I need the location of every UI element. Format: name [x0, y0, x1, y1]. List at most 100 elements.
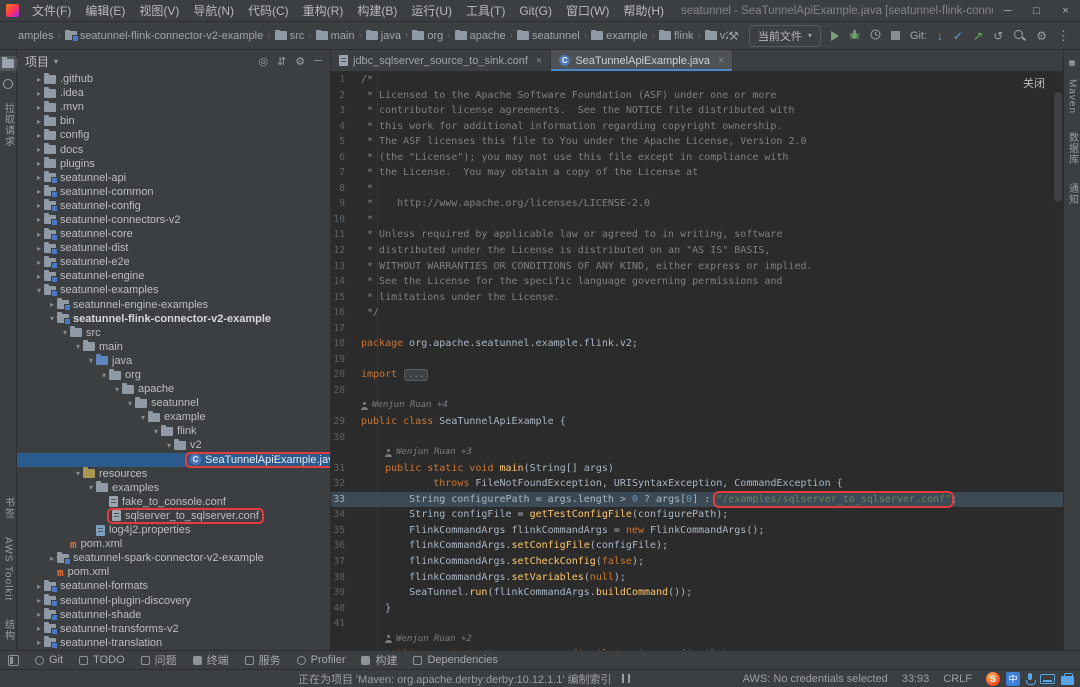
code-text[interactable]: * The ASF licenses this file to You unde…: [361, 134, 1063, 150]
tree-item[interactable]: ▸seatunnel-formats: [17, 579, 330, 593]
toolwindow-toggle-icon[interactable]: [8, 655, 19, 666]
chevron-icon[interactable]: ▸: [34, 638, 44, 647]
run-button[interactable]: [831, 31, 839, 41]
toolwindow-profiler[interactable]: Profiler: [297, 654, 346, 666]
code-text[interactable]: * See the License for the specific langu…: [361, 274, 1063, 290]
tree-item[interactable]: ▸seatunnel-engine-examples: [17, 298, 330, 312]
code-text[interactable]: import ...: [361, 367, 1063, 383]
tool-stripe-item[interactable]: 数据库: [1065, 132, 1080, 165]
tree-item[interactable]: ▾seatunnel: [17, 396, 330, 410]
code-text[interactable]: * this work for additional information r…: [361, 119, 1063, 135]
code-text[interactable]: * limitations under the License.: [361, 290, 1063, 306]
breadcrumb-item[interactable]: apache: [455, 30, 506, 42]
breadcrumb-item[interactable]: amples: [18, 30, 53, 42]
menu-item[interactable]: 重构(R): [296, 2, 351, 19]
chevron-icon[interactable]: ▸: [34, 159, 44, 168]
chevron-icon[interactable]: ▾: [86, 483, 96, 492]
code-text[interactable]: *: [361, 181, 1063, 197]
chevron-icon[interactable]: ▸: [47, 300, 57, 309]
tree-item[interactable]: ▾examples: [17, 481, 330, 495]
chevron-icon[interactable]: ▾: [112, 385, 122, 394]
chevron-icon[interactable]: ▾: [151, 427, 161, 436]
code-text[interactable]: package org.apache.seatunnel.example.fli…: [361, 336, 1063, 352]
chevron-icon[interactable]: ▸: [34, 244, 44, 253]
more-options-icon[interactable]: ⋮: [1057, 28, 1070, 44]
maximize-button[interactable]: □: [1022, 0, 1051, 22]
code-text[interactable]: flinkCommandArgs.setConfigFile(configFil…: [361, 538, 1063, 554]
tree-item[interactable]: ▾v2: [17, 438, 330, 452]
menu-item[interactable]: 编辑(E): [78, 2, 132, 19]
aws-status[interactable]: AWS: No credentials selected: [743, 673, 888, 685]
chevron-icon[interactable]: ▸: [34, 173, 44, 182]
chevron-icon[interactable]: ▾: [125, 399, 135, 408]
tree-item[interactable]: ▸.mvn: [17, 100, 330, 114]
breadcrumb-item[interactable]: flink: [659, 30, 694, 42]
tree-item[interactable]: ▸plugins: [17, 157, 330, 171]
tree-item[interactable]: ▸config: [17, 128, 330, 142]
menu-item[interactable]: Git(G): [512, 4, 559, 18]
code-text[interactable]: FlinkCommandArgs flinkCommandArgs = new …: [361, 523, 1063, 539]
code-text[interactable]: public static String getTestConfigFile(S…: [361, 647, 1063, 650]
menu-item[interactable]: 运行(U): [404, 2, 459, 19]
project-toolwindow-icon[interactable]: [2, 59, 14, 68]
code-text[interactable]: SeaTunnel.run(flinkCommandArgs.buildComm…: [361, 585, 1063, 601]
code-text[interactable]: String configurePath = args.length > 0 ?…: [361, 492, 1063, 508]
chevron-icon[interactable]: ▸: [34, 272, 44, 281]
code-text[interactable]: * (the "License"); you may not use this …: [361, 150, 1063, 166]
code-text[interactable]: * http://www.apache.org/licenses/LICENSE…: [361, 196, 1063, 212]
tree-item[interactable]: log4j2.properties: [17, 523, 330, 537]
code-text[interactable]: public class SeaTunnelApiExample {: [361, 414, 1063, 430]
chevron-icon[interactable]: ▸: [34, 215, 44, 224]
tree-item[interactable]: ▸seatunnel-config: [17, 199, 330, 213]
minimize-button[interactable]: ─: [993, 0, 1022, 22]
keyboard-icon[interactable]: [1040, 674, 1055, 684]
breadcrumb-item[interactable]: src: [275, 30, 305, 42]
tree-item[interactable]: ▸seatunnel-shade: [17, 608, 330, 622]
chevron-icon[interactable]: ▾: [164, 441, 174, 450]
tree-item[interactable]: ▸seatunnel-e2e: [17, 255, 330, 269]
chevron-icon[interactable]: ▸: [34, 75, 44, 84]
tree-item[interactable]: ▾apache: [17, 382, 330, 396]
tree-item[interactable]: ▸seatunnel-api: [17, 171, 330, 185]
close-tab-icon[interactable]: ×: [718, 55, 724, 67]
tree-item[interactable]: mpom.xml: [17, 537, 330, 551]
tree-item[interactable]: ▾main: [17, 340, 330, 354]
tree-item[interactable]: sqlserver_to_sqlserver.conf: [17, 509, 330, 523]
tree-item[interactable]: ▾src: [17, 326, 330, 340]
toolwindow-todo[interactable]: TODO: [79, 654, 125, 666]
code-text[interactable]: Wenjun Ruan +3: [361, 445, 1063, 461]
breadcrumb-item[interactable]: seatunnel: [517, 30, 580, 42]
locate-file-icon[interactable]: ◎: [259, 55, 269, 68]
chevron-icon[interactable]: ▸: [34, 230, 44, 239]
code-text[interactable]: [361, 430, 1063, 446]
menu-item[interactable]: 文件(F): [25, 2, 78, 19]
toolwindow-git[interactable]: Git: [35, 654, 63, 666]
tree-item[interactable]: ▸seatunnel-core: [17, 227, 330, 241]
code-text[interactable]: [361, 383, 1063, 399]
tree-item[interactable]: ▾seatunnel-flink-connector-v2-example: [17, 312, 330, 326]
code-text[interactable]: public static void main(String[] args): [361, 461, 1063, 477]
toolwindow-dependencies[interactable]: Dependencies: [413, 654, 497, 666]
chevron-icon[interactable]: ▸: [34, 103, 44, 112]
tool-stripe-item[interactable]: 拉取请求: [1, 103, 16, 147]
chevron-down-icon[interactable]: ▾: [54, 57, 58, 66]
chevron-icon[interactable]: ▾: [73, 342, 83, 351]
chevron-icon[interactable]: ▸: [34, 201, 44, 210]
chevron-icon[interactable]: ▾: [138, 413, 148, 422]
code-text[interactable]: Wenjun Ruan +4: [361, 398, 1063, 414]
tree-item[interactable]: ▸seatunnel-plugin-discovery: [17, 593, 330, 607]
tree-item[interactable]: ▾flink: [17, 424, 330, 438]
tree-item[interactable]: ▾java: [17, 354, 330, 368]
code-text[interactable]: */: [361, 305, 1063, 321]
run-config-selector[interactable]: 当前文件 ▾: [749, 25, 821, 47]
stop-button[interactable]: [891, 31, 900, 40]
tree-item[interactable]: ▸.idea: [17, 86, 330, 100]
tree-item[interactable]: ▾example: [17, 410, 330, 424]
tree-item[interactable]: fake_to_console.conf: [17, 495, 330, 509]
pause-icon[interactable]: [622, 674, 630, 683]
tool-stripe-item[interactable]: Maven: [1067, 79, 1078, 114]
line-ending[interactable]: CRLF: [943, 673, 972, 685]
chevron-icon[interactable]: ▾: [34, 286, 44, 295]
code-text[interactable]: [361, 352, 1063, 368]
code-text[interactable]: *: [361, 212, 1063, 228]
